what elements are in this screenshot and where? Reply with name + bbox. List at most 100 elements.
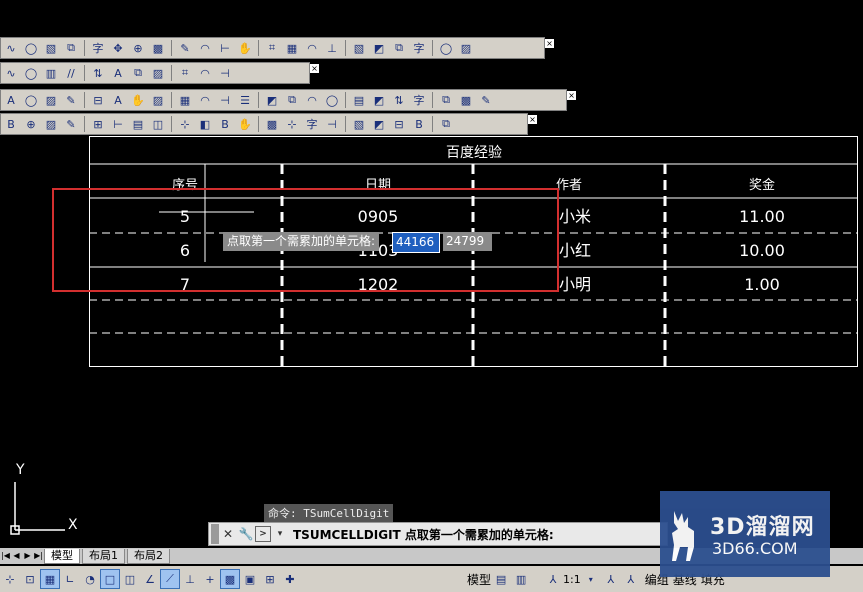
- win3-icon[interactable]: ▥: [41, 64, 61, 82]
- dim-icon[interactable]: ▦: [282, 39, 302, 57]
- ortho-icon[interactable]: ∟: [60, 569, 80, 589]
- target-icon[interactable]: ▩: [456, 91, 476, 109]
- close-icon[interactable]: ×: [545, 39, 554, 48]
- align2-icon[interactable]: ◠: [195, 64, 215, 82]
- text2-icon[interactable]: ⧉: [436, 91, 456, 109]
- slash-icon[interactable]: ⊣: [215, 64, 235, 82]
- circle-icon[interactable]: ▧: [349, 39, 369, 57]
- osnap-icon[interactable]: □: [100, 569, 120, 589]
- edit-icon[interactable]: ◯: [21, 91, 41, 109]
- scale-icon[interactable]: ⅄: [543, 569, 563, 589]
- help-icon[interactable]: ✎: [476, 91, 496, 109]
- text-a-icon[interactable]: ◫: [148, 115, 168, 133]
- layout-icon[interactable]: ▤: [491, 569, 511, 589]
- sc-icon[interactable]: ⊞: [260, 569, 280, 589]
- font-bold-icon[interactable]: ⌗: [262, 39, 282, 57]
- font-icon[interactable]: ✋: [235, 39, 255, 57]
- win2-icon[interactable]: ◯: [21, 64, 41, 82]
- prompt-icon[interactable]: >: [255, 526, 271, 542]
- split-icon[interactable]: ▩: [148, 39, 168, 57]
- frame4-icon[interactable]: ⧉: [282, 91, 302, 109]
- mail-icon[interactable]: ◠: [302, 91, 322, 109]
- align-icon[interactable]: ▧: [41, 39, 61, 57]
- 3dosnap-icon[interactable]: ◫: [120, 569, 140, 589]
- arc-icon[interactable]: ✎: [175, 39, 195, 57]
- text-style-icon[interactable]: ⧉: [61, 39, 81, 57]
- pan-icon[interactable]: ◯: [436, 39, 456, 57]
- layers-icon[interactable]: ▨: [41, 91, 61, 109]
- next-tab-icon[interactable]: ▶: [22, 550, 33, 562]
- frame3-icon[interactable]: ◩: [262, 91, 282, 109]
- chart-icon[interactable]: ◧: [195, 115, 215, 133]
- eye2-icon[interactable]: ◩: [369, 115, 389, 133]
- table-cell[interactable]: 小明: [559, 275, 591, 294]
- frame-icon[interactable]: ⊣: [215, 91, 235, 109]
- calc-icon[interactable]: ✋: [235, 115, 255, 133]
- bezier-icon[interactable]: ◠: [195, 39, 215, 57]
- table1-icon[interactable]: A: [1, 91, 21, 109]
- ducs-icon[interactable]: ⟋: [160, 569, 180, 589]
- table-cell[interactable]: 10.00: [739, 241, 785, 260]
- brush-icon[interactable]: ⧉: [436, 115, 456, 133]
- coordinate-input-2[interactable]: 24799: [443, 232, 492, 251]
- annotate2-icon[interactable]: ⅄: [621, 569, 641, 589]
- bracket-icon[interactable]: ▤: [128, 115, 148, 133]
- lwt-icon[interactable]: +: [200, 569, 220, 589]
- chevron-down-icon[interactable]: ▾: [581, 569, 601, 589]
- pencil-icon[interactable]: ▧: [349, 115, 369, 133]
- close-icon[interactable]: ×: [310, 64, 319, 73]
- ruler-icon[interactable]: ⇅: [389, 91, 409, 109]
- command-input[interactable]: TSUMCELLDIGIT 点取第一个需累加的单元格:: [293, 526, 554, 543]
- annotation-scale[interactable]: 1:1: [563, 573, 581, 586]
- paste-icon[interactable]: ▨: [456, 39, 476, 57]
- print-icon[interactable]: ◯: [322, 91, 342, 109]
- polar-icon[interactable]: ◔: [80, 569, 100, 589]
- frame2-icon[interactable]: ☰: [235, 91, 255, 109]
- grid2-icon[interactable]: ✎: [61, 91, 81, 109]
- tpy-icon[interactable]: ▩: [220, 569, 240, 589]
- win6-icon[interactable]: A: [108, 64, 128, 82]
- search2-icon[interactable]: ⊕: [21, 115, 41, 133]
- dyn-icon[interactable]: ⊥: [180, 569, 200, 589]
- ruler2-icon[interactable]: 字: [302, 115, 322, 133]
- move-icon[interactable]: ◩: [369, 39, 389, 57]
- align3-icon[interactable]: ⊢: [108, 115, 128, 133]
- win7-icon[interactable]: ⧉: [128, 64, 148, 82]
- first-tab-icon[interactable]: |◀: [0, 550, 11, 562]
- grid-icon[interactable]: ▦: [40, 569, 60, 589]
- coordinate-input-1[interactable]: 44166: [392, 232, 440, 253]
- win4-icon[interactable]: //: [61, 64, 81, 82]
- copy-icon[interactable]: ⧉: [389, 39, 409, 57]
- pen-icon[interactable]: ▤: [349, 91, 369, 109]
- text-icon[interactable]: ⊢: [215, 39, 235, 57]
- abc-icon[interactable]: B: [215, 115, 235, 133]
- tile-icon[interactable]: ⊹: [282, 115, 302, 133]
- insert-row-icon[interactable]: 字: [88, 39, 108, 57]
- last-tab-icon[interactable]: ▶|: [33, 550, 44, 562]
- image-icon[interactable]: ✎: [61, 115, 81, 133]
- line-icon[interactable]: ▨: [148, 91, 168, 109]
- table-cell[interactable]: 小红: [559, 241, 591, 260]
- grid-icon[interactable]: ∿: [1, 39, 21, 57]
- steps-icon[interactable]: ▦: [175, 91, 195, 109]
- table-cell[interactable]: 小米: [559, 207, 591, 226]
- window-icon[interactable]: ⊟: [389, 115, 409, 133]
- close-icon[interactable]: ✕: [219, 525, 237, 543]
- book-icon[interactable]: ◩: [369, 91, 389, 109]
- export-icon[interactable]: ◠: [195, 91, 215, 109]
- command-line[interactable]: ✕ 🔧 > ▾ TSUMCELLDIGIT 点取第一个需累加的单元格:: [208, 522, 668, 546]
- table-cell[interactable]: 11.00: [739, 207, 785, 226]
- table2-icon[interactable]: ▨: [41, 115, 61, 133]
- model-label[interactable]: 模型: [467, 571, 491, 588]
- format-icon[interactable]: ⊹: [175, 115, 195, 133]
- otrack-icon[interactable]: ∠: [140, 569, 160, 589]
- delete-row-icon[interactable]: ✥: [108, 39, 128, 57]
- viewport-icon[interactable]: ▥: [511, 569, 531, 589]
- bar-icon[interactable]: ▩: [262, 115, 282, 133]
- frame5-icon[interactable]: B: [409, 115, 429, 133]
- flag-icon[interactable]: 字: [409, 91, 429, 109]
- eye-icon[interactable]: ⊣: [322, 115, 342, 133]
- close-icon[interactable]: ×: [528, 115, 537, 124]
- list-icon[interactable]: ⌗: [175, 64, 195, 82]
- wrench-icon[interactable]: 🔧: [237, 525, 255, 543]
